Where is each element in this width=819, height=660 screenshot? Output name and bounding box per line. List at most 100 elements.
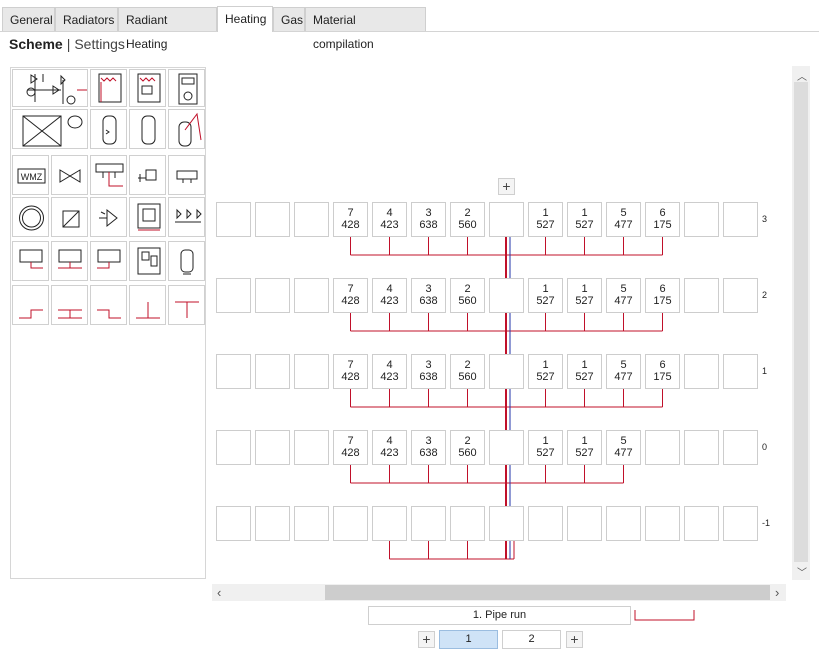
empty-cell[interactable] xyxy=(255,354,290,389)
empty-cell[interactable] xyxy=(294,354,329,389)
room-cell[interactable]: 5 477 xyxy=(606,354,641,389)
tab-material-compilation[interactable]: Material compilation xyxy=(305,7,426,51)
empty-cell[interactable] xyxy=(216,430,251,465)
room-cell[interactable]: 1 527 xyxy=(567,278,602,313)
empty-cell[interactable] xyxy=(645,506,680,541)
room-cell[interactable]: 2 560 xyxy=(450,202,485,237)
room-cell[interactable]: 3 638 xyxy=(411,430,446,465)
room-cell[interactable]: 2 560 xyxy=(450,430,485,465)
room-cell[interactable]: 1 527 xyxy=(528,354,563,389)
pump-icon[interactable] xyxy=(90,197,127,237)
horizontal-scrollbar[interactable]: ‹ › xyxy=(212,584,786,601)
room-cell[interactable]: 4 423 xyxy=(372,202,407,237)
manifold-icon[interactable] xyxy=(90,155,127,195)
vertical-scroll-thumb[interactable] xyxy=(794,82,808,562)
circle-icon[interactable] xyxy=(12,197,49,237)
empty-cell[interactable] xyxy=(723,506,758,541)
room-cell[interactable]: 6 175 xyxy=(645,278,680,313)
pipe-run-field[interactable]: 1. Pipe run xyxy=(368,606,631,625)
boiler-panel-icon[interactable] xyxy=(129,69,166,107)
room-cell[interactable]: 1 527 xyxy=(528,430,563,465)
room-cell[interactable]: 1 527 xyxy=(567,354,602,389)
empty-cell[interactable] xyxy=(216,202,251,237)
empty-cell[interactable] xyxy=(450,506,485,541)
empty-cell[interactable] xyxy=(489,354,524,389)
pump-group-icon[interactable] xyxy=(12,69,88,107)
room-cell[interactable]: 2 560 xyxy=(450,278,485,313)
boiler-unit-icon[interactable] xyxy=(129,241,166,281)
empty-cell[interactable] xyxy=(255,506,290,541)
room-cell[interactable]: 4 423 xyxy=(372,430,407,465)
add-floor-button[interactable]: + xyxy=(498,178,515,195)
room-cell[interactable]: 7 428 xyxy=(333,430,368,465)
empty-cell[interactable] xyxy=(333,506,368,541)
valve-icon[interactable] xyxy=(51,155,88,195)
room-cell[interactable]: 7 428 xyxy=(333,202,368,237)
empty-cell[interactable] xyxy=(216,506,251,541)
room-cell[interactable]: 5 477 xyxy=(606,278,641,313)
empty-cell[interactable] xyxy=(684,430,719,465)
boiler-wall-icon[interactable] xyxy=(90,69,127,107)
empty-cell[interactable] xyxy=(645,430,680,465)
solar-tank-icon[interactable] xyxy=(168,109,205,149)
settings-link[interactable]: Settings xyxy=(74,36,125,52)
empty-cell[interactable] xyxy=(723,354,758,389)
pipe-left-icon[interactable] xyxy=(12,285,49,325)
room-cell[interactable]: 7 428 xyxy=(333,354,368,389)
empty-cell[interactable] xyxy=(411,506,446,541)
empty-cell[interactable] xyxy=(255,278,290,313)
room-cell[interactable]: 1 527 xyxy=(528,202,563,237)
vertical-scrollbar[interactable]: ︿ ﹀ xyxy=(792,66,810,580)
radiator-center-icon[interactable] xyxy=(51,241,88,281)
pipe-t-icon[interactable] xyxy=(129,285,166,325)
add-page-left-button[interactable]: + xyxy=(418,631,435,648)
mixer-icon[interactable] xyxy=(51,197,88,237)
empty-cell[interactable] xyxy=(372,506,407,541)
scroll-down-icon[interactable]: ﹀ xyxy=(797,564,807,579)
empty-cell[interactable] xyxy=(684,278,719,313)
empty-cell[interactable] xyxy=(567,506,602,541)
boiler-clock-icon[interactable] xyxy=(168,69,205,107)
room-cell[interactable]: 5 477 xyxy=(606,430,641,465)
pipe-right-icon[interactable] xyxy=(90,285,127,325)
page-2-tab[interactable]: 2 xyxy=(502,630,561,649)
empty-cell[interactable] xyxy=(528,506,563,541)
room-cell[interactable]: 6 175 xyxy=(645,202,680,237)
add-page-right-button[interactable]: + xyxy=(566,631,583,648)
empty-cell[interactable] xyxy=(489,506,524,541)
pipe-center-icon[interactable] xyxy=(51,285,88,325)
tab-heating[interactable]: Heating xyxy=(217,6,273,32)
empty-cell[interactable] xyxy=(723,202,758,237)
empty-cell[interactable] xyxy=(684,506,719,541)
tab-general[interactable]: General xyxy=(2,7,55,31)
empty-cell[interactable] xyxy=(216,354,251,389)
empty-cell[interactable] xyxy=(294,506,329,541)
empty-cell[interactable] xyxy=(294,430,329,465)
empty-cell[interactable] xyxy=(489,278,524,313)
empty-cell[interactable] xyxy=(216,278,251,313)
scheme-link[interactable]: Scheme xyxy=(9,36,63,52)
valve-actuator-icon[interactable] xyxy=(129,155,166,195)
buffer-tank-icon[interactable] xyxy=(12,109,88,149)
empty-cell[interactable] xyxy=(723,278,758,313)
room-cell[interactable]: 3 638 xyxy=(411,354,446,389)
pipe-t-down-icon[interactable] xyxy=(168,285,205,325)
empty-cell[interactable] xyxy=(294,278,329,313)
room-cell[interactable]: 3 638 xyxy=(411,202,446,237)
room-cell[interactable]: 1 527 xyxy=(567,202,602,237)
room-cell[interactable]: 3 638 xyxy=(411,278,446,313)
room-cell[interactable]: 1 527 xyxy=(567,430,602,465)
empty-cell[interactable] xyxy=(489,202,524,237)
scroll-right-icon[interactable]: › xyxy=(775,585,779,600)
room-cell[interactable]: 4 423 xyxy=(372,278,407,313)
page-1-tab[interactable]: 1 xyxy=(439,630,498,649)
scheme-diagram[interactable]: + 7 428 4 423 3 638 2 560 1 527 1 527 5 477 6 175 3 7 428 4… xyxy=(212,66,790,580)
room-cell[interactable]: 4 423 xyxy=(372,354,407,389)
heat-meter-icon[interactable]: WMZ xyxy=(12,155,49,195)
radiator-icon[interactable] xyxy=(12,241,49,281)
room-cell[interactable]: 5 477 xyxy=(606,202,641,237)
empty-cell[interactable] xyxy=(684,354,719,389)
connector-icon[interactable] xyxy=(168,155,205,195)
empty-cell[interactable] xyxy=(684,202,719,237)
scroll-left-icon[interactable]: ‹ xyxy=(217,585,221,600)
